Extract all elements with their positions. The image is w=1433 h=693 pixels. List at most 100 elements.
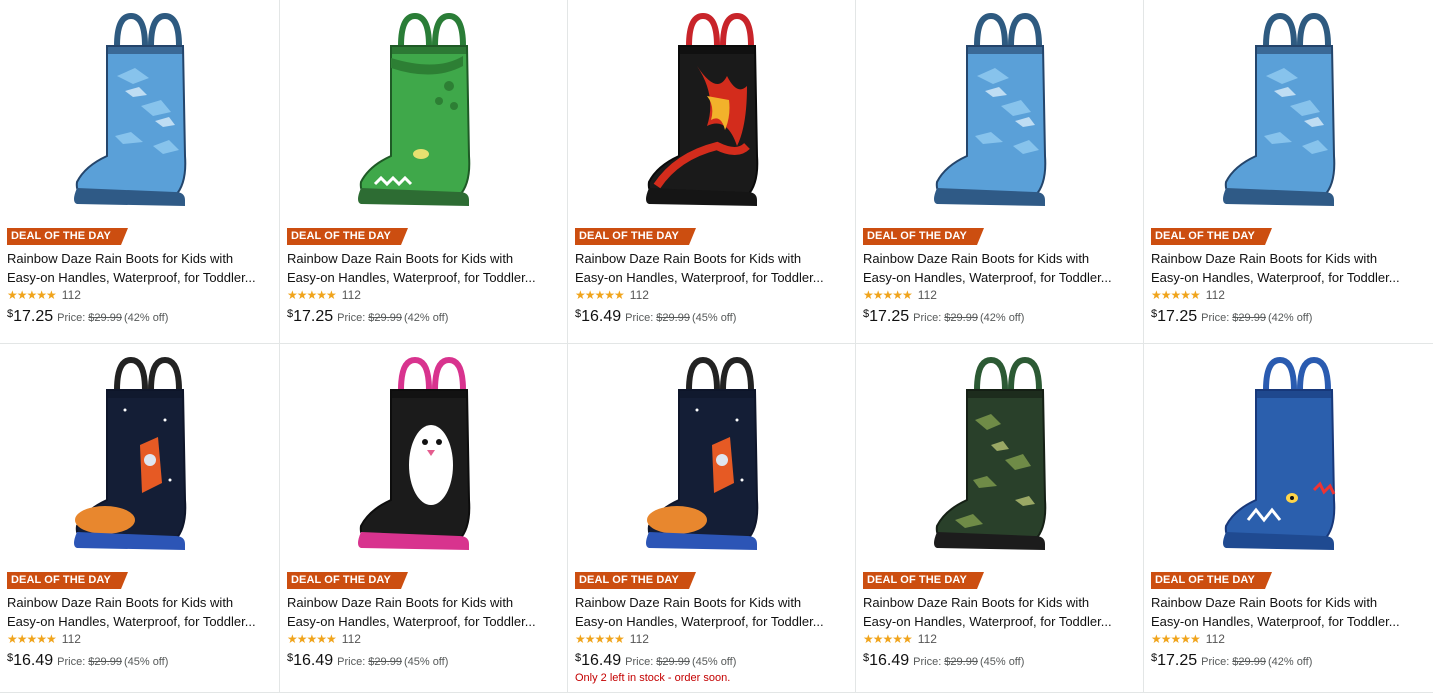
- price-row: $ 17.25 Price: $29.99 (42% off): [863, 308, 1137, 326]
- product-card-7[interactable]: DEAL OF THE DAY Rainbow Daze Rain Boots …: [280, 344, 568, 693]
- review-count[interactable]: 112: [342, 632, 361, 646]
- product-title-line2[interactable]: Easy-on Handles, Waterproof, for Toddler…: [287, 612, 561, 631]
- product-image[interactable]: [280, 350, 567, 562]
- rating-row[interactable]: ★★★★★ 112: [863, 631, 1137, 647]
- sale-price: 17.25: [13, 308, 54, 325]
- product-title-line2[interactable]: Easy-on Handles, Waterproof, for Toddler…: [7, 268, 273, 287]
- review-count[interactable]: 112: [630, 288, 649, 302]
- review-count[interactable]: 112: [630, 632, 649, 646]
- product-card-6[interactable]: DEAL OF THE DAY Rainbow Daze Rain Boots …: [0, 344, 280, 693]
- product-title-line1[interactable]: Rainbow Daze Rain Boots for Kids with: [863, 593, 1137, 612]
- list-price: $29.99: [88, 656, 122, 668]
- product-title-line1[interactable]: Rainbow Daze Rain Boots for Kids with: [287, 593, 561, 612]
- stock-warning: Only 2 left in stock - order soon.: [575, 672, 731, 684]
- sale-price: 17.25: [1157, 652, 1198, 669]
- rating-row[interactable]: ★★★★★ 112: [1151, 287, 1427, 303]
- product-title-line1[interactable]: Rainbow Daze Rain Boots for Kids with: [287, 249, 561, 268]
- product-title-link[interactable]: Rainbow Daze Rain Boots for Kids with Ea…: [863, 593, 1137, 631]
- star-rating-icon[interactable]: ★★★★★: [287, 288, 337, 302]
- product-title-line2[interactable]: Easy-on Handles, Waterproof, for Toddler…: [575, 268, 849, 287]
- rating-row[interactable]: ★★★★★ 112: [863, 287, 1137, 303]
- price-row: $ 16.49 Price: $29.99 (45% off): [7, 652, 273, 670]
- product-title-line2[interactable]: Easy-on Handles, Waterproof, for Toddler…: [287, 268, 561, 287]
- rating-row[interactable]: ★★★★★ 112: [575, 287, 849, 303]
- product-title-line2[interactable]: Easy-on Handles, Waterproof, for Toddler…: [575, 612, 849, 631]
- review-count[interactable]: 112: [1206, 632, 1225, 646]
- rating-row[interactable]: ★★★★★ 112: [7, 631, 273, 647]
- product-title-line1[interactable]: Rainbow Daze Rain Boots for Kids with: [1151, 593, 1427, 612]
- product-title-link[interactable]: Rainbow Daze Rain Boots for Kids with Ea…: [7, 593, 273, 631]
- product-title-link[interactable]: Rainbow Daze Rain Boots for Kids with Ea…: [575, 249, 849, 287]
- sale-price: 16.49: [869, 652, 910, 669]
- product-image[interactable]: [0, 6, 279, 218]
- product-title-line2[interactable]: Easy-on Handles, Waterproof, for Toddler…: [863, 612, 1137, 631]
- price-row: $ 16.49 Price: $29.99 (45% off): [575, 652, 849, 670]
- product-image[interactable]: [568, 6, 855, 218]
- product-card-3[interactable]: DEAL OF THE DAY Rainbow Daze Rain Boots …: [568, 0, 856, 344]
- deal-badge: DEAL OF THE DAY: [863, 228, 984, 245]
- star-rating-icon[interactable]: ★★★★★: [575, 288, 625, 302]
- product-title-line1[interactable]: Rainbow Daze Rain Boots for Kids with: [575, 249, 849, 268]
- product-title-link[interactable]: Rainbow Daze Rain Boots for Kids with Ea…: [287, 249, 561, 287]
- product-info: DEAL OF THE DAY Rainbow Daze Rain Boots …: [7, 570, 273, 672]
- price-row: $ 16.49 Price: $29.99 (45% off): [863, 652, 1137, 670]
- product-title-line1[interactable]: Rainbow Daze Rain Boots for Kids with: [575, 593, 849, 612]
- price-row: $ 17.25 Price: $29.99 (42% off): [1151, 652, 1427, 670]
- product-title-link[interactable]: Rainbow Daze Rain Boots for Kids with Ea…: [287, 593, 561, 631]
- star-rating-icon[interactable]: ★★★★★: [287, 632, 337, 646]
- product-title-line2[interactable]: Easy-on Handles, Waterproof, for Toddler…: [1151, 268, 1427, 287]
- price-row: $ 17.25 Price: $29.99 (42% off): [7, 308, 273, 326]
- review-count[interactable]: 112: [342, 288, 361, 302]
- product-title-line2[interactable]: Easy-on Handles, Waterproof, for Toddler…: [1151, 612, 1427, 631]
- product-image[interactable]: [568, 350, 855, 562]
- product-title-line1[interactable]: Rainbow Daze Rain Boots for Kids with: [7, 593, 273, 612]
- discount-percent: (42% off): [123, 312, 169, 324]
- product-title-line2[interactable]: Easy-on Handles, Waterproof, for Toddler…: [863, 268, 1137, 287]
- currency-symbol: $: [863, 308, 870, 320]
- star-rating-icon[interactable]: ★★★★★: [7, 288, 57, 302]
- product-image[interactable]: [856, 350, 1143, 562]
- product-title-link[interactable]: Rainbow Daze Rain Boots for Kids with Ea…: [575, 593, 849, 631]
- product-title-line1[interactable]: Rainbow Daze Rain Boots for Kids with: [863, 249, 1137, 268]
- list-price-label: Price:: [57, 656, 86, 668]
- list-price-label: Price:: [625, 656, 654, 668]
- review-count[interactable]: 112: [918, 632, 937, 646]
- product-card-1[interactable]: DEAL OF THE DAY Rainbow Daze Rain Boots …: [0, 0, 280, 344]
- product-card-5[interactable]: DEAL OF THE DAY Rainbow Daze Rain Boots …: [1144, 0, 1433, 344]
- product-image[interactable]: [280, 6, 567, 218]
- product-title-link[interactable]: Rainbow Daze Rain Boots for Kids with Ea…: [1151, 249, 1427, 287]
- product-image[interactable]: [856, 6, 1143, 218]
- product-card-8[interactable]: DEAL OF THE DAY Rainbow Daze Rain Boots …: [568, 344, 856, 693]
- rating-row[interactable]: ★★★★★ 112: [287, 287, 561, 303]
- product-title-link[interactable]: Rainbow Daze Rain Boots for Kids with Ea…: [863, 249, 1137, 287]
- discount-percent: (42% off): [1267, 312, 1313, 324]
- product-title-line2[interactable]: Easy-on Handles, Waterproof, for Toddler…: [7, 612, 273, 631]
- product-title-link[interactable]: Rainbow Daze Rain Boots for Kids with Ea…: [7, 249, 273, 287]
- product-card-4[interactable]: DEAL OF THE DAY Rainbow Daze Rain Boots …: [856, 0, 1144, 344]
- star-rating-icon[interactable]: ★★★★★: [1151, 632, 1201, 646]
- discount-percent: (45% off): [123, 656, 169, 668]
- star-rating-icon[interactable]: ★★★★★: [863, 632, 913, 646]
- star-rating-icon[interactable]: ★★★★★: [7, 632, 57, 646]
- product-card-2[interactable]: DEAL OF THE DAY Rainbow Daze Rain Boots …: [280, 0, 568, 344]
- star-rating-icon[interactable]: ★★★★★: [575, 632, 625, 646]
- product-image[interactable]: [1144, 6, 1433, 218]
- rating-row[interactable]: ★★★★★ 112: [7, 287, 273, 303]
- product-title-line1[interactable]: Rainbow Daze Rain Boots for Kids with: [7, 249, 273, 268]
- product-image[interactable]: [0, 350, 279, 562]
- star-rating-icon[interactable]: ★★★★★: [1151, 288, 1201, 302]
- review-count[interactable]: 112: [62, 288, 81, 302]
- rating-row[interactable]: ★★★★★ 112: [575, 631, 849, 647]
- product-title-line1[interactable]: Rainbow Daze Rain Boots for Kids with: [1151, 249, 1427, 268]
- review-count[interactable]: 112: [62, 632, 81, 646]
- rating-row[interactable]: ★★★★★ 112: [1151, 631, 1427, 647]
- product-card-9[interactable]: DEAL OF THE DAY Rainbow Daze Rain Boots …: [856, 344, 1144, 693]
- review-count[interactable]: 112: [1206, 288, 1225, 302]
- review-count[interactable]: 112: [918, 288, 937, 302]
- rating-row[interactable]: ★★★★★ 112: [287, 631, 561, 647]
- product-grid: DEAL OF THE DAY Rainbow Daze Rain Boots …: [0, 0, 1433, 693]
- product-title-link[interactable]: Rainbow Daze Rain Boots for Kids with Ea…: [1151, 593, 1427, 631]
- star-rating-icon[interactable]: ★★★★★: [863, 288, 913, 302]
- product-card-10[interactable]: DEAL OF THE DAY Rainbow Daze Rain Boots …: [1144, 344, 1433, 693]
- product-image[interactable]: [1144, 350, 1433, 562]
